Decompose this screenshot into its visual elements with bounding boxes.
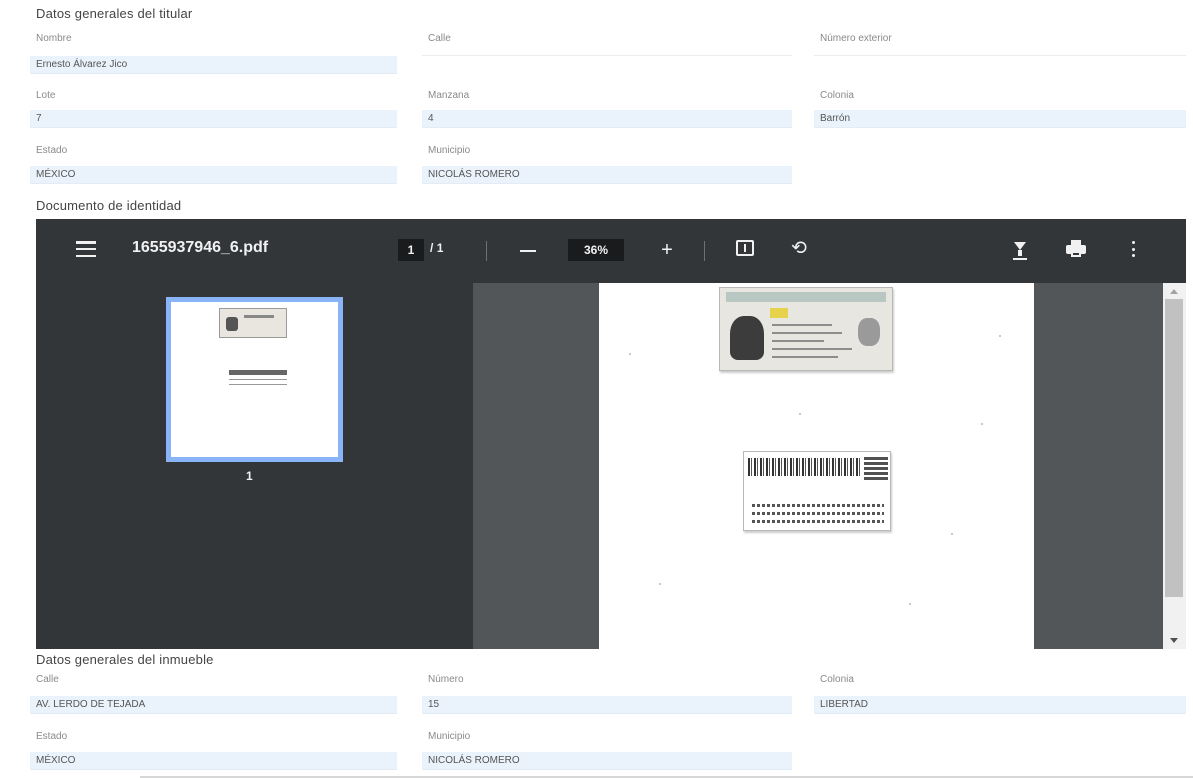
- titular-section-title: Datos generales del titular: [36, 6, 193, 21]
- colonia-label: Colonia: [820, 90, 854, 101]
- calle-field[interactable]: [422, 38, 792, 56]
- page-separator: /: [430, 241, 434, 255]
- more-options-icon[interactable]: [1131, 241, 1135, 257]
- page-count: / 1: [430, 241, 443, 255]
- rotate-icon[interactable]: ⟲: [787, 236, 811, 260]
- zoom-in-icon[interactable]: +: [656, 239, 678, 261]
- thumbnail-id-front: [219, 308, 287, 338]
- municipio-field[interactable]: NICOLÁS ROMERO: [422, 166, 792, 184]
- nombre-field[interactable]: Ernesto Álvarez Jico: [30, 56, 397, 74]
- documento-section-title: Documento de identidad: [36, 198, 182, 213]
- inmueble-estado-label: Estado: [36, 731, 68, 742]
- thumbnail-id-back: [229, 370, 287, 392]
- inmueble-numero-label: Número: [428, 674, 464, 685]
- inmueble-colonia-label: Colonia: [820, 674, 854, 685]
- inmueble-numero-field[interactable]: 15: [422, 696, 792, 714]
- estado-label: Estado: [36, 145, 68, 156]
- inmueble-municipio-label: Municipio: [428, 731, 471, 742]
- manzana-label: Manzana: [428, 90, 470, 101]
- inmueble-calle-label: Calle: [36, 674, 59, 685]
- municipio-label: Municipio: [428, 145, 471, 156]
- total-pages: 1: [436, 241, 444, 255]
- colonia-field[interactable]: Barrón: [814, 110, 1186, 128]
- toolbar-divider: [704, 241, 705, 261]
- thumbnail-sidebar: 1: [36, 283, 473, 649]
- inmueble-municipio-field[interactable]: NICOLÁS ROMERO: [422, 752, 792, 770]
- page-number-input[interactable]: 1: [398, 239, 424, 261]
- id-card-back-image: [743, 451, 891, 531]
- estado-field[interactable]: MÉXICO: [30, 166, 397, 184]
- id-card-front-image: [719, 287, 893, 371]
- inmueble-calle-field[interactable]: AV. LERDO DE TEJADA: [30, 696, 397, 714]
- scroll-down-arrow-icon[interactable]: [1170, 638, 1178, 643]
- inmueble-estado-field[interactable]: MÉXICO: [30, 752, 397, 770]
- manzana-field[interactable]: 4: [422, 110, 792, 128]
- fit-to-page-icon[interactable]: [736, 240, 754, 256]
- print-icon[interactable]: [1066, 239, 1086, 259]
- zoom-out-icon[interactable]: [520, 250, 536, 252]
- scroll-up-arrow-icon[interactable]: [1170, 289, 1178, 294]
- toolbar-divider: [486, 241, 487, 261]
- page-thumbnail[interactable]: [166, 297, 343, 462]
- inmueble-colonia-field[interactable]: LIBERTAD: [814, 696, 1186, 714]
- lote-label: Lote: [36, 90, 56, 101]
- download-icon[interactable]: [1011, 238, 1029, 260]
- pdf-page: [599, 283, 1034, 649]
- thumbnail-page-number: 1: [246, 469, 253, 483]
- numero-exterior-field[interactable]: [814, 38, 1186, 56]
- menu-icon[interactable]: [76, 241, 96, 257]
- pdf-viewer[interactable]: 1655937946_6.pdf 1 / 1 36% + ⟲ 1: [36, 219, 1186, 649]
- pdf-toolbar: 1655937946_6.pdf 1 / 1 36% + ⟲: [36, 219, 1186, 283]
- pdf-file-name: 1655937946_6.pdf: [132, 239, 269, 256]
- scroll-thumb[interactable]: [1165, 299, 1183, 597]
- inmueble-section-title: Datos generales del inmueble: [36, 652, 214, 667]
- nombre-label: Nombre: [36, 33, 72, 44]
- vertical-scrollbar[interactable]: [1163, 283, 1186, 649]
- zoom-input[interactable]: 36%: [568, 239, 624, 261]
- pdf-document-area[interactable]: [473, 283, 1163, 649]
- lote-field[interactable]: 7: [30, 110, 397, 128]
